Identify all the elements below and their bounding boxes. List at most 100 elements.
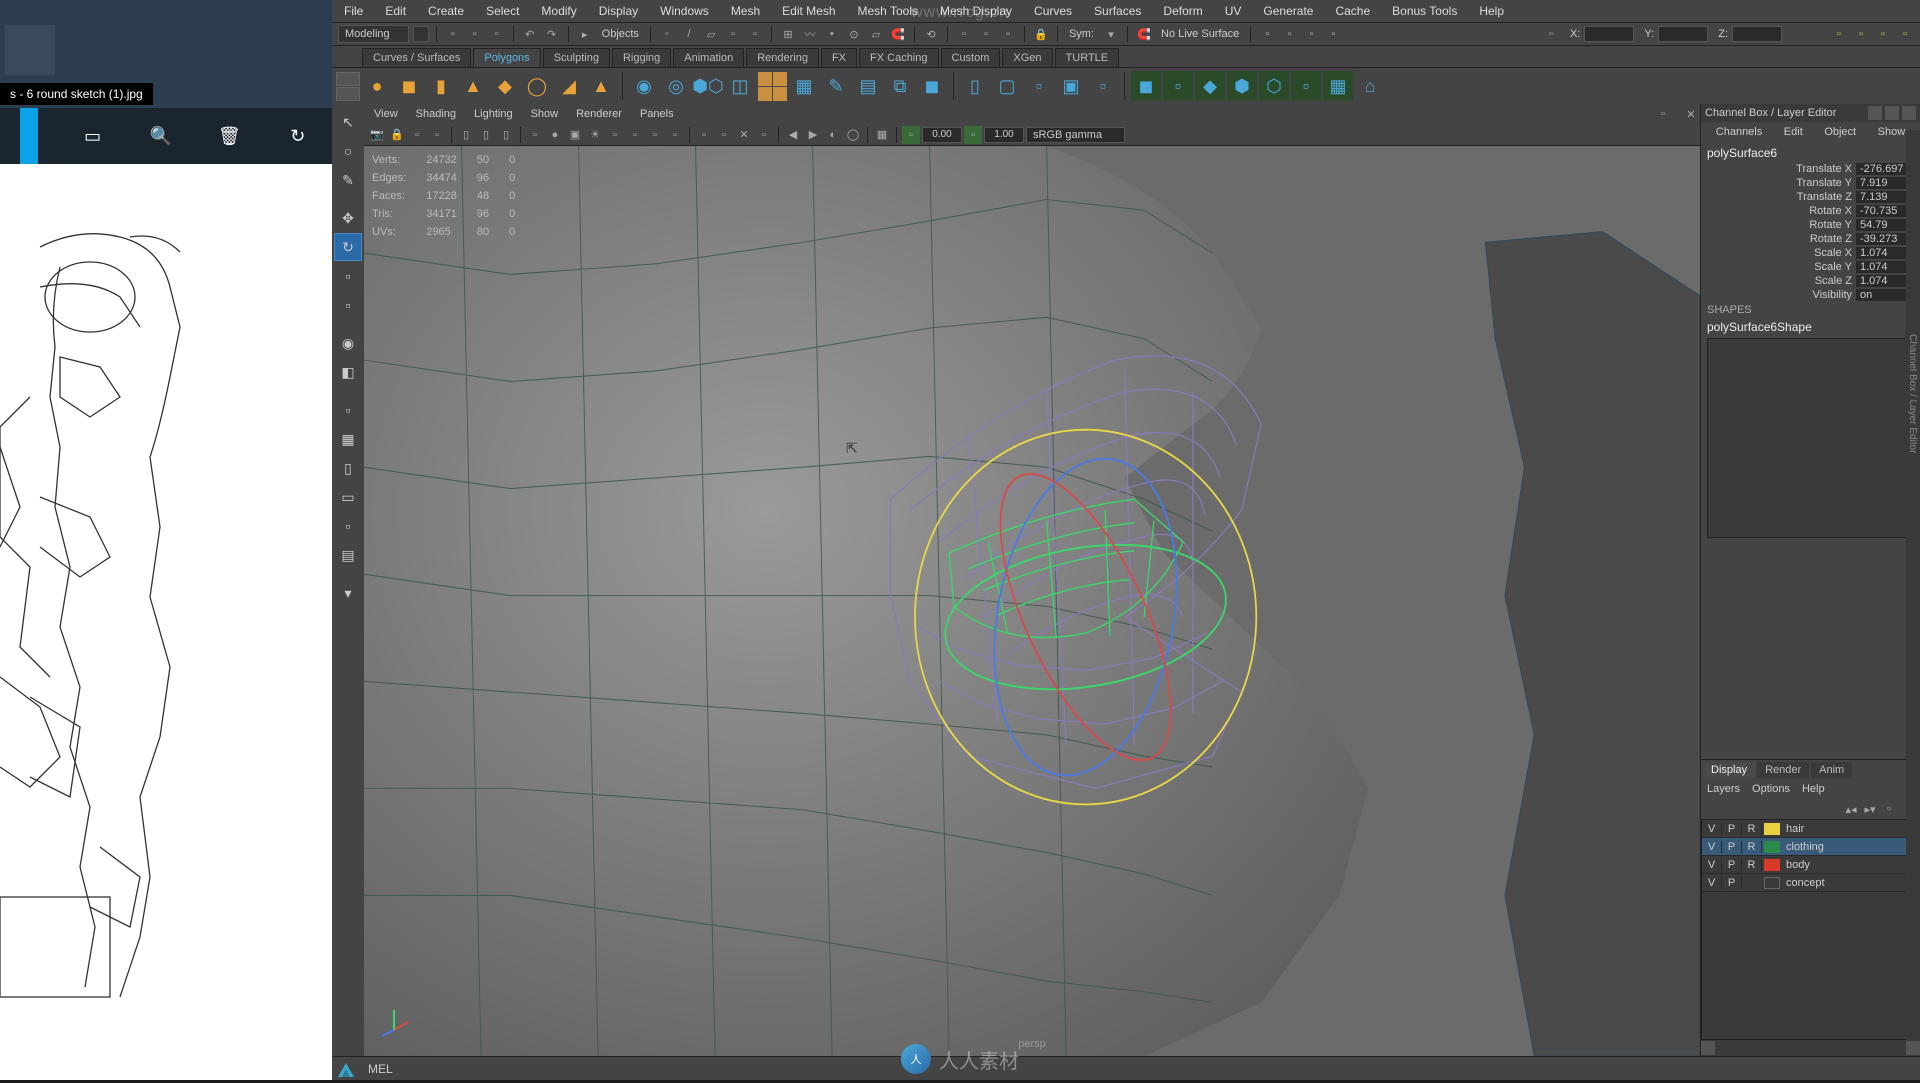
shelf-nav-down[interactable] <box>336 87 360 101</box>
channel-menu-edit[interactable]: Edit <box>1784 126 1803 138</box>
last-tool-icon[interactable]: ▫ <box>334 291 362 319</box>
live-obj-icon[interactable]: 🧲 <box>889 25 907 43</box>
menu-mesh[interactable]: Mesh <box>727 2 764 20</box>
panel-minimize-icon[interactable] <box>1868 106 1882 120</box>
shelf-tab-animation[interactable]: Animation <box>673 48 744 67</box>
rotate-tool-icon[interactable]: ↻ <box>334 233 362 261</box>
menu-file[interactable]: File <box>340 2 367 20</box>
toggle-pane-2-icon[interactable]: ▫ <box>1280 25 1298 43</box>
layer-row[interactable]: VPRhair <box>1702 820 1919 838</box>
layer-row[interactable]: VPconcept <box>1702 874 1919 892</box>
shelf-tab-rigging[interactable]: Rigging <box>612 48 671 67</box>
poly-quad-draw-icon[interactable]: ▣ <box>1056 71 1086 101</box>
open-scene-icon[interactable]: ▫ <box>466 25 484 43</box>
redo-icon[interactable]: ↷ <box>543 25 561 43</box>
layer-color-swatch[interactable] <box>1764 877 1780 889</box>
isolate-icon[interactable]: ▫ <box>695 126 713 144</box>
snap-grid-icon[interactable]: ⊞ <box>779 25 797 43</box>
poly-sphere-icon[interactable]: ● <box>362 71 392 101</box>
camera-lock-icon[interactable]: 🔒 <box>388 126 406 144</box>
lock-icon[interactable]: 🔒 <box>1032 25 1050 43</box>
menu-modify[interactable]: Modify <box>537 2 580 20</box>
poly-torus-icon[interactable]: ◯ <box>522 71 552 101</box>
layer-name[interactable]: clothing <box>1782 841 1824 853</box>
shelf-tab-fxcaching[interactable]: FX Caching <box>859 48 938 67</box>
layer-toggle[interactable]: V <box>1702 841 1722 853</box>
scale-tool-icon[interactable]: ▫ <box>334 262 362 290</box>
poly-bridge-icon[interactable]: ⧉ <box>885 71 915 101</box>
panel-menu-renderer[interactable]: Renderer <box>572 107 626 121</box>
panel-menu-view[interactable]: View <box>370 107 402 121</box>
gate-icon[interactable]: ▯ <box>457 126 475 144</box>
move-tool-icon[interactable]: ✥ <box>334 204 362 232</box>
coord-x-input[interactable] <box>1584 26 1634 42</box>
poly-svg-icon[interactable]: ◎ <box>661 71 691 101</box>
poly-pyramid-icon[interactable]: ▲ <box>586 71 616 101</box>
shading-wire-icon[interactable]: ▫ <box>526 126 544 144</box>
menu-cache[interactable]: Cache <box>1331 2 1374 20</box>
search-icon[interactable]: 🔍 <box>147 122 175 150</box>
paint-select-tool-icon[interactable]: ✎ <box>334 166 362 194</box>
bool-op4-icon[interactable]: ⬢ <box>1227 71 1257 101</box>
poly-combine-icon[interactable]: ⬢⬡ <box>693 71 723 101</box>
shading-smooth-icon[interactable]: ● <box>546 126 564 144</box>
layer-new-icon[interactable]: ▫ <box>1881 801 1897 817</box>
layout-outliner-icon[interactable]: ▤ <box>334 541 362 569</box>
channel-menu-show[interactable]: Show <box>1878 126 1906 138</box>
shelf-tab-custom[interactable]: Custom <box>941 48 1001 67</box>
layer-toggle[interactable]: V <box>1702 823 1722 835</box>
panel-tear-off-icon[interactable]: ▫ <box>1654 105 1672 123</box>
bool-union-icon[interactable]: ◼ <box>1131 71 1161 101</box>
select-face-icon[interactable]: ▱ <box>702 25 720 43</box>
layer-toggle[interactable]: V <box>1702 859 1722 871</box>
refresh-icon[interactable]: ↻ <box>284 122 312 150</box>
camera-select-icon[interactable]: 📷 <box>368 126 386 144</box>
render-frame-icon[interactable]: ▫ <box>955 25 973 43</box>
menu-display[interactable]: Display <box>595 2 642 20</box>
snap-center-icon[interactable]: ⊙ <box>845 25 863 43</box>
bool-op7-icon[interactable]: ▦ <box>1323 71 1353 101</box>
layer-tab-anim[interactable]: Anim <box>1811 762 1852 778</box>
select-vert-icon[interactable]: ◦ <box>658 25 676 43</box>
render-settings-icon[interactable]: ▫ <box>999 25 1017 43</box>
poly-smooth-icon[interactable] <box>757 71 787 101</box>
poly-multicut-icon[interactable]: ✎ <box>821 71 851 101</box>
exposure-down-icon[interactable]: ◀ <box>784 126 802 144</box>
layer-color-swatch[interactable] <box>1764 841 1780 853</box>
shading-light-icon[interactable]: ☀ <box>586 126 604 144</box>
select-edge-icon[interactable]: / <box>680 25 698 43</box>
layout-icon-4[interactable]: ▫ <box>1896 25 1914 43</box>
shading-texture-icon[interactable]: ▣ <box>566 126 584 144</box>
channel-object-name[interactable]: polySurface6 <box>1707 144 1914 162</box>
menu-windows[interactable]: Windows <box>656 2 713 20</box>
cm-toggle2-icon[interactable]: ▫ <box>964 126 982 144</box>
layer-toggle[interactable]: P <box>1722 823 1742 835</box>
bool-op6-icon[interactable]: ▫ <box>1291 71 1321 101</box>
poly-bevel-icon[interactable]: ◼ <box>917 71 947 101</box>
shading-motion-icon[interactable]: ▫ <box>666 126 684 144</box>
toolbox-collapse-icon[interactable]: ▾ <box>334 579 362 607</box>
shading-shadow-icon[interactable]: ▫ <box>606 126 624 144</box>
poly-separate-icon[interactable]: ◫ <box>725 71 755 101</box>
menu-surfaces[interactable]: Surfaces <box>1090 2 1145 20</box>
side-panel-handle[interactable]: Channel Box / Layer Editor <box>1906 130 1920 1040</box>
exposure-up-icon[interactable]: ▶ <box>804 126 822 144</box>
undo-icon[interactable]: ↶ <box>521 25 539 43</box>
channel-menu-object[interactable]: Object <box>1824 126 1856 138</box>
layout-icon-3[interactable]: ▫ <box>1874 25 1892 43</box>
shading-aa-icon[interactable]: ▫ <box>646 126 664 144</box>
select-obj-icon[interactable]: ▸ <box>576 25 594 43</box>
layer-move-up-icon[interactable]: ▴◂ <box>1843 801 1859 817</box>
gamma-in-input[interactable] <box>922 127 962 143</box>
coord-y-input[interactable] <box>1658 26 1708 42</box>
layer-toggle[interactable]: R <box>1742 859 1762 871</box>
bool-intersect-icon[interactable]: ◆ <box>1195 71 1225 101</box>
trash-icon[interactable]: 🗑 <box>215 122 243 150</box>
layer-menu-help[interactable]: Help <box>1802 783 1825 795</box>
shape-node-name[interactable]: polySurface6Shape <box>1707 318 1914 336</box>
select-tool-icon[interactable]: ↖ <box>334 108 362 136</box>
workspace-selector[interactable]: Modeling <box>338 25 409 43</box>
panel-menu-show[interactable]: Show <box>527 107 563 121</box>
viewport[interactable]: Verts:24732500Edges:34474960Faces:172284… <box>364 146 1700 1056</box>
menu-edit-mesh[interactable]: Edit Mesh <box>778 2 839 20</box>
